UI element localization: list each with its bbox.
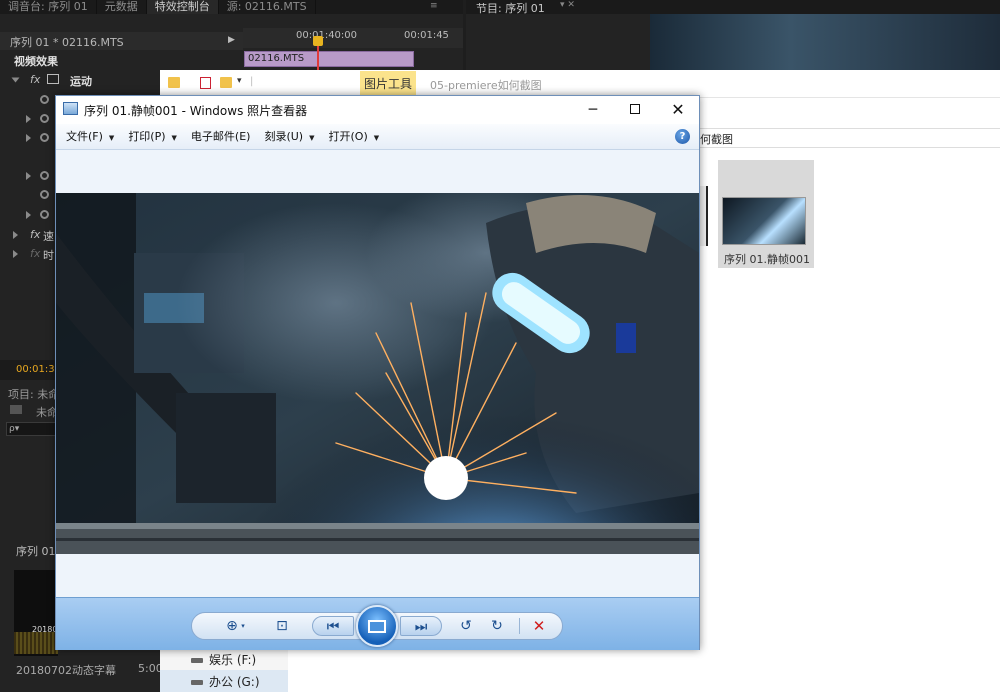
folder-icon[interactable] xyxy=(168,77,180,88)
stopwatch-icon[interactable] xyxy=(40,171,49,180)
qat-dropdown-icon[interactable]: ▾ xyxy=(237,76,242,86)
search-icon[interactable]: ρ▾ xyxy=(6,422,56,436)
address-bar[interactable]: 何截图 xyxy=(700,128,1000,148)
timeline-clip[interactable]: 02116.MTS xyxy=(244,51,414,67)
actual-size-icon[interactable]: ⊡ xyxy=(270,612,294,640)
previous-image-button[interactable]: ⏮ xyxy=(312,616,354,636)
dropdown-caret-icon: ▼ xyxy=(108,133,115,142)
new-folder-icon[interactable] xyxy=(220,77,232,88)
delete-icon[interactable]: ✕ xyxy=(528,612,550,640)
displayed-photo[interactable] xyxy=(56,193,699,554)
next-image-button[interactable]: ⏭ xyxy=(400,616,442,636)
rotate-clockwise-icon[interactable]: ↻ xyxy=(486,612,508,640)
picture-tools-tab[interactable]: 图片工具 xyxy=(360,71,416,97)
explorer-window-title: 05-premiere如何截图 xyxy=(430,79,542,92)
minimize-button[interactable]: ─ xyxy=(571,96,615,124)
window-title: 序列 01.静帧001 - Windows 照片查看器 xyxy=(84,104,308,118)
bin-folder-icon xyxy=(10,405,22,414)
tab-effect-controls[interactable]: 特效控制台 xyxy=(146,0,219,14)
program-monitor-preview xyxy=(650,14,1000,70)
ruler-timecode: 00:01:40:00 xyxy=(296,30,358,41)
nav-drive-g[interactable]: 办公 (G:) xyxy=(209,673,260,690)
welding-photo-illustration xyxy=(56,193,699,554)
thumbnail-waveform xyxy=(14,632,58,654)
sequence-label: 序列 01 * 02116.MTS xyxy=(10,36,124,49)
zoom-dropdown-icon[interactable]: ▾ xyxy=(238,612,248,640)
menu-print[interactable]: 打印(P) ▼ xyxy=(122,127,183,147)
toolbar-separator xyxy=(519,618,520,634)
file-thumbnail xyxy=(722,197,806,245)
expand-arrow-icon[interactable]: ▶ xyxy=(228,33,240,47)
collapse-triangle-icon[interactable] xyxy=(11,77,20,83)
expand-triangle-icon[interactable] xyxy=(26,134,31,142)
tab-audio-mixer[interactable]: 调音台: 序列 01 xyxy=(0,0,97,14)
qat-separator: | xyxy=(250,76,254,87)
premiere-panel-tabs: 调音台: 序列 01 元数据 特效控制台 源: 02116.MTS xyxy=(0,0,463,14)
file-item-label: 序列 01.静帧001 xyxy=(724,253,810,266)
expand-triangle-icon[interactable] xyxy=(26,115,31,123)
stopwatch-icon[interactable] xyxy=(40,210,49,219)
motion-transform-icon[interactable] xyxy=(47,74,59,84)
stopwatch-icon[interactable] xyxy=(40,190,49,199)
project-item-duration: 5:00 xyxy=(138,662,163,675)
stopwatch-icon[interactable] xyxy=(40,133,49,142)
program-tab-menu-icon[interactable]: ▾ ✕ xyxy=(560,0,575,10)
close-button[interactable]: ✕ xyxy=(656,96,700,124)
dropdown-caret-icon: ▼ xyxy=(171,133,177,142)
dropdown-caret-icon: ▼ xyxy=(373,133,380,142)
project-item-name[interactable]: 20180702动态字幕 xyxy=(16,662,116,678)
expand-triangle-icon[interactable] xyxy=(26,211,31,219)
maximize-button[interactable] xyxy=(613,96,657,124)
photo-viewer-app-icon xyxy=(63,102,78,115)
stopwatch-icon[interactable] xyxy=(40,114,49,123)
motion-effect-label: 运动 xyxy=(70,75,92,88)
expand-triangle-icon[interactable] xyxy=(13,231,18,239)
panel-menu-icon[interactable]: ≡ xyxy=(430,0,460,14)
speed-effect-label: 速 xyxy=(43,230,54,243)
maximize-icon xyxy=(630,104,640,114)
expand-triangle-icon[interactable] xyxy=(13,250,18,258)
fx-icon: fx xyxy=(30,73,41,86)
time-remap-label: 时 xyxy=(43,249,54,262)
clip-name: 02116.MTS xyxy=(248,53,305,64)
stopwatch-icon[interactable] xyxy=(40,95,49,104)
slideshow-icon xyxy=(368,620,386,633)
dropdown-caret-icon: ▼ xyxy=(309,133,315,142)
bin-sequence-label: 序列 01 xyxy=(16,545,56,558)
playhead-handle[interactable] xyxy=(313,36,323,46)
help-icon[interactable]: ? xyxy=(675,129,690,144)
menu-open[interactable]: 打开(O) ▼ xyxy=(323,127,386,147)
menu-email[interactable]: 电子邮件(E) xyxy=(185,127,257,147)
address-text: 何截图 xyxy=(700,133,733,146)
tab-source[interactable]: 源: 02116.MTS xyxy=(219,0,316,14)
expand-triangle-icon[interactable] xyxy=(26,172,31,180)
menu-burn[interactable]: 刻录(U) ▼ xyxy=(258,127,320,147)
tab-program[interactable]: 节目: 序列 01 xyxy=(476,0,545,16)
fx-icon: fx xyxy=(30,247,41,260)
nav-drive-f[interactable]: 娱乐 (F:) xyxy=(209,651,256,668)
properties-check-icon[interactable] xyxy=(200,77,211,89)
video-effects-heading: 视频效果 xyxy=(14,55,58,68)
explorer-title-bar xyxy=(160,70,1000,98)
fx-icon: fx xyxy=(30,228,41,241)
ruler-timecode: 00:01:45 xyxy=(404,30,449,41)
sequence-clip-selector[interactable]: 序列 01 * 02116.MTS xyxy=(0,32,243,50)
rotate-counterclockwise-icon[interactable]: ↺ xyxy=(455,612,477,640)
tab-metadata[interactable]: 元数据 xyxy=(97,0,147,14)
menu-file[interactable]: 文件(F) ▼ xyxy=(60,127,120,147)
drive-icon xyxy=(191,680,203,685)
photo-viewer-menu-bar: 文件(F) ▼ 打印(P) ▼ 电子邮件(E) 刻录(U) ▼ 打开(O) ▼ xyxy=(56,124,699,150)
project-panel-title: 项目: 未命 xyxy=(8,388,60,401)
drive-icon xyxy=(191,658,203,663)
program-monitor-tabs xyxy=(466,0,1000,14)
